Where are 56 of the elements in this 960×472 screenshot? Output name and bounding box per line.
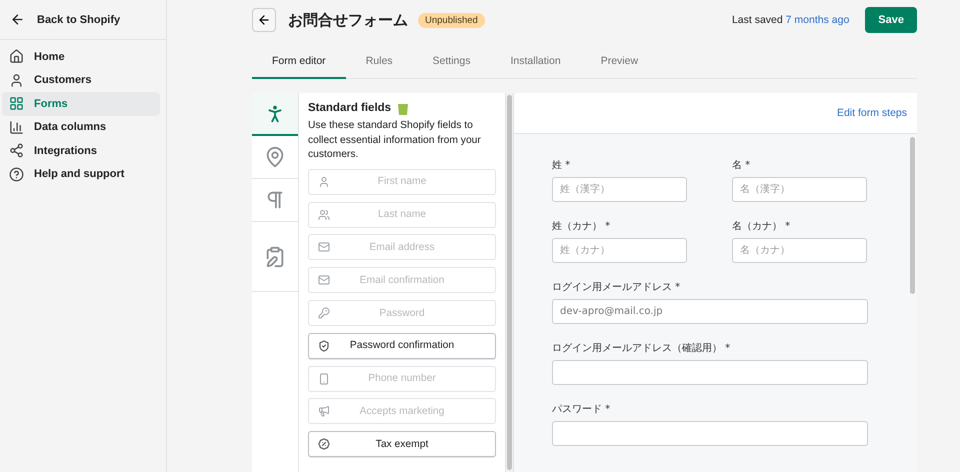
person-icon [318, 176, 330, 188]
nav-item[interactable]: Data columns [2, 116, 160, 139]
tab[interactable]: Installation [490, 44, 581, 80]
section-title: Standard fields [308, 102, 392, 114]
network-icon [9, 143, 24, 158]
field-label: ログイン用メールアドレス（確認用） * [552, 342, 732, 356]
input-field[interactable] [552, 360, 868, 386]
map-pin-icon [264, 146, 286, 168]
envelope-icon [318, 241, 330, 254]
field-label: パスワード * [552, 403, 612, 416]
nav-item[interactable]: Help and support [2, 162, 160, 186]
tab[interactable]: Preview [580, 44, 658, 80]
input-field[interactable] [552, 421, 868, 446]
input-field[interactable]: dev-apro@mail.co.jp [552, 299, 868, 324]
form-title: お問合せフォーム [288, 10, 408, 30]
section-description: Use these standard Shopify fields to collect essential information from your customers. [308, 119, 482, 162]
clipboard-pen-icon [264, 246, 286, 268]
megaphone-icon [318, 405, 330, 418]
last-saved-text: Last saved 7 months ago [732, 14, 850, 26]
input-field[interactable]: 名（漢字） [732, 177, 867, 202]
field-label: 姓 * [552, 159, 572, 172]
field-button[interactable]: Tax exempt [308, 431, 496, 458]
field-label: 名（カナ） * [732, 220, 792, 234]
home-icon [9, 49, 24, 64]
tab[interactable]: Rules [346, 44, 413, 80]
status-badge: Unpublished [418, 12, 485, 28]
help-icon [9, 166, 24, 182]
nav-item[interactable]: Forms [2, 92, 160, 116]
field-label: 名 * [732, 159, 752, 172]
last-saved-link[interactable]: 7 months ago [786, 14, 850, 26]
nav-item[interactable]: Customers [2, 68, 160, 92]
shopping-bag-icon [397, 101, 410, 116]
people-icon [318, 208, 330, 221]
back-button[interactable] [252, 8, 276, 32]
bar-chart-icon [9, 120, 24, 135]
field-label: ログイン用メールアドレス * [552, 281, 682, 294]
element-tab[interactable] [252, 93, 298, 136]
scrollbar[interactable] [505, 93, 513, 472]
field-button[interactable]: Password confirmation [308, 332, 496, 359]
input-field[interactable]: 名（カナ） [732, 238, 867, 264]
envelope-icon [318, 274, 330, 286]
tab[interactable]: Form editor [252, 44, 346, 80]
nav-item[interactable]: Home [2, 45, 160, 68]
input-field[interactable]: 姓（漢字） [552, 177, 687, 202]
input-field[interactable]: 姓（カナ） [552, 238, 687, 264]
save-button[interactable]: Save [865, 7, 917, 33]
edit-steps-link[interactable]: Edit form steps [836, 107, 907, 120]
nav-item[interactable]: Integrations [2, 139, 160, 162]
shield-check-icon [318, 340, 330, 352]
percent-badge-icon [318, 438, 330, 450]
back-link[interactable]: Back to Shopify [0, 0, 166, 40]
field-label: 姓（カナ） * [552, 220, 612, 234]
person-icon [9, 72, 24, 88]
key-icon [318, 307, 330, 320]
tab[interactable]: Settings [412, 44, 490, 80]
phone-icon [318, 372, 330, 385]
